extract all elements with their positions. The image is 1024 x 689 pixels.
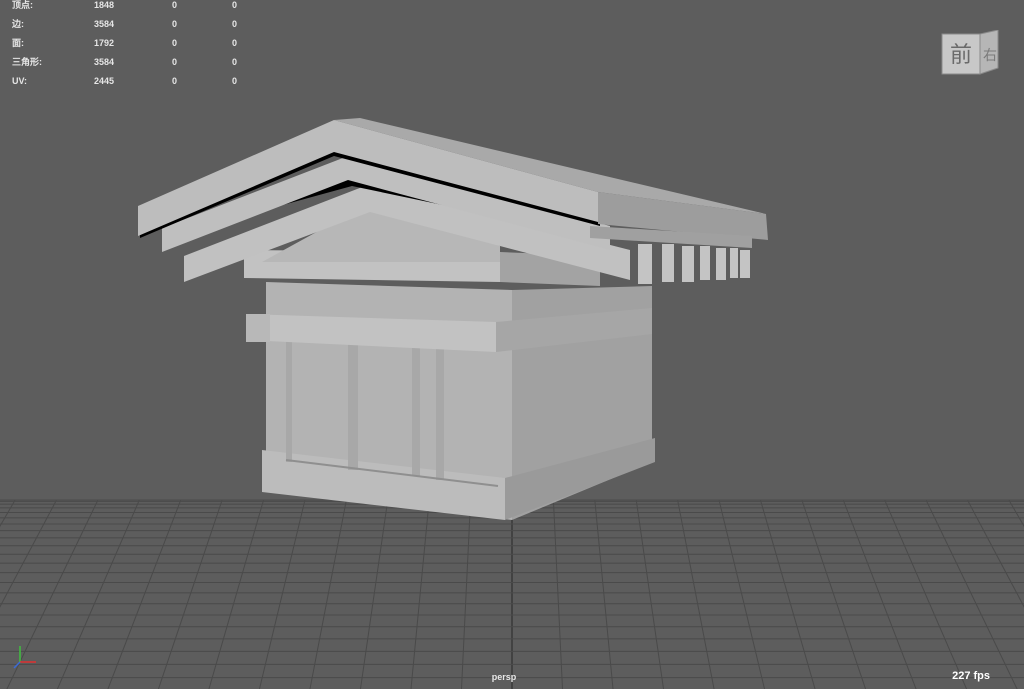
grid-line	[594, 499, 614, 689]
door-post-2	[348, 340, 358, 470]
grid-line	[925, 499, 1018, 689]
axis-gizmo-icon	[13, 646, 36, 669]
stats-value: 0	[232, 76, 238, 86]
grid-line	[460, 499, 472, 689]
grid-line	[552, 499, 564, 689]
door-post-3	[412, 342, 420, 476]
grid-line	[635, 499, 665, 689]
stats-value: 2445	[94, 76, 115, 86]
door-post-4	[436, 344, 444, 480]
grid-line	[157, 499, 223, 689]
grid-line	[1008, 499, 1024, 528]
viewcube-icon[interactable]: 前 右	[940, 30, 1000, 78]
house-model[interactable]	[138, 118, 768, 520]
grid-line	[359, 499, 389, 689]
fps-counter: 227 fps	[952, 670, 990, 682]
mid-beam-end	[246, 314, 270, 342]
viewcube-right-label: 右	[983, 48, 997, 64]
camera-name-label: persp	[491, 672, 517, 682]
stats-value: 0	[172, 57, 178, 67]
stats-value: 0	[232, 19, 238, 29]
stats-value: 0	[172, 0, 178, 10]
grid-line	[677, 499, 715, 689]
stats-label: UV:	[12, 76, 28, 86]
stats-value: 3584	[94, 57, 115, 67]
grid-line	[718, 499, 766, 689]
stats-value: 0	[232, 57, 238, 67]
grid-line	[208, 499, 265, 689]
ground-grid	[0, 499, 1024, 689]
stats-value: 0	[232, 0, 238, 10]
stats-value: 0	[172, 38, 178, 48]
rafter-ends	[638, 244, 750, 284]
grid-line	[759, 499, 816, 689]
grid-line	[309, 499, 347, 689]
grid-line	[258, 499, 306, 689]
stats-value: 1792	[94, 38, 115, 48]
stats-value: 0	[232, 38, 238, 48]
grid-line	[56, 499, 140, 689]
door-post-1	[286, 338, 292, 462]
scene-canvas[interactable]	[0, 0, 1024, 689]
stats-value: 1848	[94, 0, 115, 10]
viewcube-front-label: 前	[950, 43, 972, 68]
stats-value: 3584	[94, 19, 115, 29]
grid-line	[801, 499, 867, 689]
stats-label: 三角形:	[12, 57, 42, 67]
perspective-viewport[interactable]: 顶点: 1848 0 0 边: 3584 0 0 面: 1792 0 0 三角形: 3584 0 0 UV: 24…	[0, 0, 1024, 689]
stats-label: 顶点:	[12, 0, 33, 10]
grid-line	[884, 499, 968, 689]
grid-line	[410, 499, 430, 689]
grid-line	[967, 499, 1024, 608]
stats-value: 0	[172, 19, 178, 29]
stats-label: 面:	[12, 38, 24, 48]
stats-label: 边:	[12, 19, 24, 29]
stats-value: 0	[172, 76, 178, 86]
